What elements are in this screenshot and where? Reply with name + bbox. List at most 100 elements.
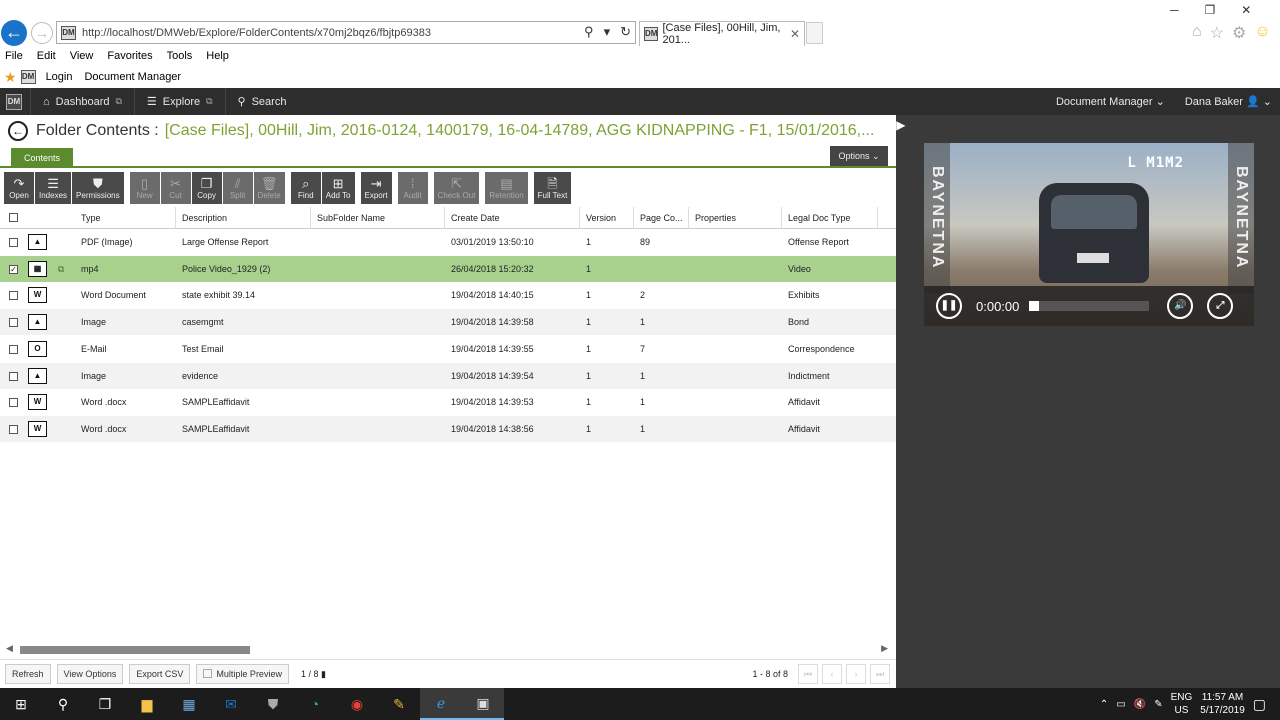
full-text-button[interactable]: 🗎 Full Text xyxy=(533,172,572,204)
export-csv-button[interactable]: Export CSV xyxy=(129,664,191,684)
collapse-left-icon[interactable]: ◀ xyxy=(883,118,892,132)
new-tab-button[interactable] xyxy=(806,22,823,44)
options-button[interactable]: Options ⌄ xyxy=(830,146,888,166)
menu-view[interactable]: View xyxy=(70,50,94,62)
address-bar[interactable]: DM http://localhost/DMWeb/Explore/Folder… xyxy=(56,21,636,44)
row-checkbox[interactable]: ✓ xyxy=(9,264,18,274)
file-explorer-icon[interactable]: ▆ xyxy=(126,688,168,720)
browser-forward-button[interactable]: → xyxy=(31,22,53,44)
audit-button[interactable]: ⁞ Audit xyxy=(397,172,428,204)
copy-button[interactable]: ❐ Copy xyxy=(191,172,222,204)
view-options-button[interactable]: View Options xyxy=(56,664,124,684)
module-dropdown[interactable]: Document Manager ⌄ xyxy=(1056,95,1165,108)
column-type[interactable]: Type xyxy=(75,207,176,229)
open-external-icon[interactable]: ⧉ xyxy=(52,256,64,282)
fullscreen-button[interactable]: ⤢ xyxy=(1207,293,1234,319)
open-button[interactable]: ↷ Open xyxy=(4,172,34,204)
pane-resize-arrows[interactable]: ◀ ▶ xyxy=(883,118,905,132)
multiple-preview-toggle[interactable]: Multiple Preview xyxy=(196,664,289,684)
video-seek-bar[interactable] xyxy=(1029,301,1150,311)
user-menu[interactable]: Dana Baker 👤 ⌄ xyxy=(1185,95,1272,108)
column-legal-doc-type[interactable]: Legal Doc Type xyxy=(782,207,878,229)
nav-explore[interactable]: ☰ Explore ⧉ xyxy=(133,88,225,115)
back-arrow-icon[interactable]: ← xyxy=(8,121,28,141)
volume-button[interactable]: 🔊 xyxy=(1167,293,1194,319)
export-button[interactable]: ⇥ Export xyxy=(360,172,392,204)
row-checkbox[interactable] xyxy=(9,344,18,354)
multiple-preview-checkbox[interactable] xyxy=(203,669,213,678)
smiley-feedback-icon[interactable]: ☺ xyxy=(1254,23,1270,43)
menu-favorites[interactable]: Favorites xyxy=(107,50,152,62)
refresh-button[interactable]: Refresh xyxy=(5,664,51,684)
row-checkbox[interactable] xyxy=(9,398,18,408)
row-checkbox[interactable] xyxy=(9,291,18,301)
restore-icon[interactable]: ❐ xyxy=(1205,3,1216,17)
retention-button[interactable]: ▤ Retention xyxy=(485,172,528,204)
next-page-button[interactable]: › xyxy=(846,664,866,684)
scroll-left-icon[interactable]: ◀ xyxy=(6,643,13,654)
external-link-icon[interactable]: ⧉ xyxy=(115,96,121,107)
table-row[interactable]: W Word .docx SAMPLEaffidavit 19/04/2018 14:… xyxy=(0,389,896,415)
scroll-right-icon[interactable]: ▶ xyxy=(881,643,888,654)
browser-tab[interactable]: DM [Case Files], 00Hill, Jim, 201... ✕ xyxy=(639,21,805,46)
external-link-icon[interactable]: ⧉ xyxy=(206,96,212,107)
column-description[interactable]: Description xyxy=(176,207,311,229)
clock[interactable]: 11:57 AM 5/17/2019 xyxy=(1200,691,1245,717)
last-page-button[interactable]: ⏭ xyxy=(870,664,890,684)
row-checkbox[interactable] xyxy=(9,318,18,328)
table-row[interactable]: ✓ ▦ ⧉ mp4 Police Video_1929 (2) 26/04/2018 15… xyxy=(0,255,896,282)
favorites-star-icon[interactable]: ☆ xyxy=(1210,23,1224,43)
dropdown-arrow-icon[interactable]: ▾ xyxy=(604,24,611,40)
refresh-icon[interactable]: ↻ xyxy=(620,24,631,40)
column-version[interactable]: Version xyxy=(580,207,634,229)
menu-file[interactable]: File xyxy=(5,50,23,62)
table-row[interactable]: W Word .docx SAMPLEaffidavit 19/04/2018 14:… xyxy=(0,415,896,442)
split-button[interactable]: ⫽ Split xyxy=(222,172,253,204)
nav-dashboard[interactable]: ⌂ Dashboard ⧉ xyxy=(30,88,134,115)
check-out-button[interactable]: ⇱ Check Out xyxy=(433,172,480,204)
add-to-button[interactable]: ⊞ Add To xyxy=(321,172,355,204)
app-tools-icon[interactable]: ✎ xyxy=(378,688,420,720)
table-row[interactable]: O E-Mail Test Email 19/04/2018 14:39:55 1 7 Co… xyxy=(0,336,896,362)
internet-explorer-icon[interactable]: ℯ xyxy=(420,688,462,720)
select-all-checkbox[interactable] xyxy=(9,213,18,222)
start-windows-icon[interactable]: ⊞ xyxy=(0,688,42,720)
menu-edit[interactable]: Edit xyxy=(37,50,56,62)
address-url[interactable]: http://localhost/DMWeb/Explore/FolderCon… xyxy=(82,27,431,39)
search-icon[interactable]: ⚲ xyxy=(584,24,594,40)
table-row[interactable]: ▲ Image casemgmt 19/04/2018 14:39:58 1 1 Bond xyxy=(0,309,896,336)
table-row[interactable]: W Word Document state exhibit 39.14 19/04/2… xyxy=(0,282,896,308)
app-logo[interactable]: DM xyxy=(6,93,22,110)
favorite-document-manager[interactable]: Document Manager xyxy=(84,71,181,83)
find-button[interactable]: ⌕ Find xyxy=(290,172,321,204)
column-create-date[interactable]: Create Date xyxy=(445,207,580,229)
row-checkbox[interactable] xyxy=(9,371,18,381)
app-green-icon[interactable]: ◔ xyxy=(294,688,336,720)
new-button[interactable]: ▯ New xyxy=(129,172,160,204)
minimize-icon[interactable]: ─ xyxy=(1170,3,1179,17)
task-view-icon[interactable]: ❐ xyxy=(84,688,126,720)
notifications-icon[interactable]: ▢ xyxy=(1253,696,1266,713)
menu-tools[interactable]: Tools xyxy=(167,50,193,62)
column-page-count[interactable]: Page Co... xyxy=(634,207,689,229)
prev-page-button[interactable]: ‹ xyxy=(822,664,842,684)
browser-back-button[interactable]: ← xyxy=(1,20,27,46)
delete-button[interactable]: 🗑 Delete xyxy=(253,172,285,204)
dm-app-icon[interactable]: ▣ xyxy=(462,688,504,720)
pen-icon[interactable]: ✎ xyxy=(1154,699,1162,710)
column-properties[interactable]: Properties xyxy=(689,207,782,229)
scrollbar-thumb[interactable] xyxy=(20,646,250,654)
chrome-icon[interactable]: ◉ xyxy=(336,688,378,720)
table-row[interactable]: ▲ Image evidence 19/04/2018 14:39:54 1 1 Indic… xyxy=(0,362,896,389)
horizontal-scrollbar[interactable]: ◀ ▶ xyxy=(0,643,896,657)
pause-button[interactable]: ❚❚ xyxy=(936,293,962,319)
app-icon[interactable]: ▦ xyxy=(168,688,210,720)
settings-gear-icon[interactable]: ⚙ xyxy=(1232,23,1246,43)
nav-search[interactable]: ⚲ Search xyxy=(224,88,299,115)
row-checkbox[interactable] xyxy=(9,238,18,247)
menu-help[interactable]: Help xyxy=(206,50,229,62)
table-row[interactable]: ▲ PDF (Image) Large Offense Report 03/01/20… xyxy=(0,229,896,255)
expand-right-icon[interactable]: ▶ xyxy=(896,118,905,132)
tab-contents[interactable]: Contents xyxy=(11,148,73,168)
favorites-star-icon[interactable]: ★ xyxy=(4,69,17,86)
